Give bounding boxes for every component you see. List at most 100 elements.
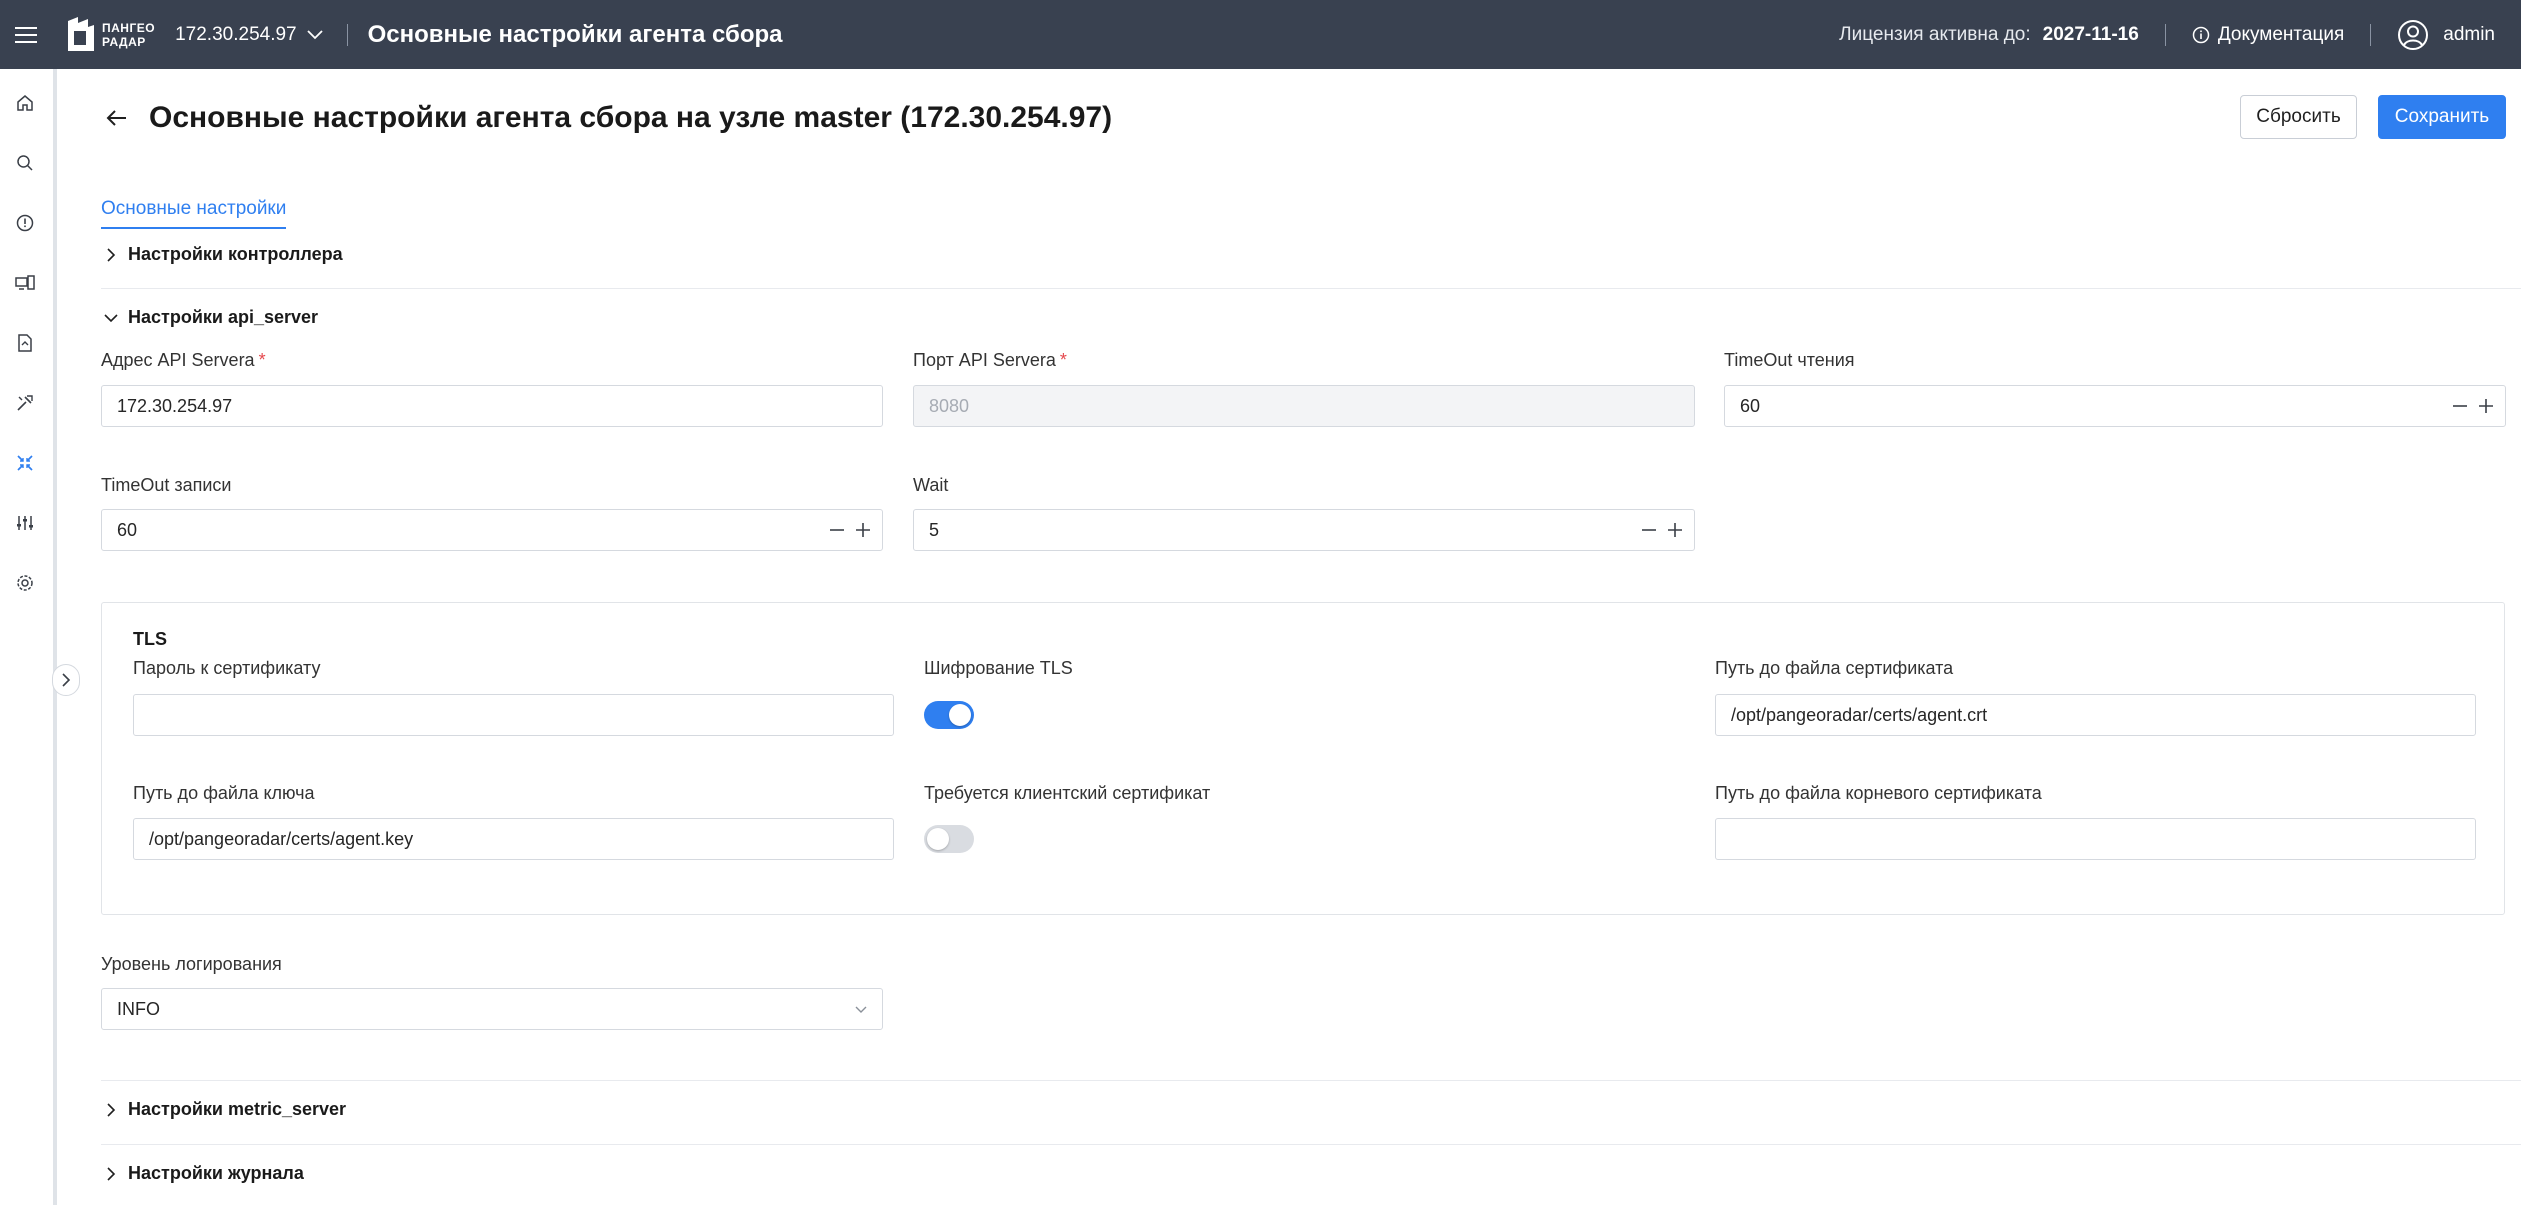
api-port-label: Порт API Servera * [913, 350, 1067, 371]
reset-button[interactable]: Сбросить [2240, 95, 2357, 139]
page-title: Основные настройки агента сбора на узле … [149, 101, 1113, 134]
chevron-down-icon [855, 1006, 867, 1013]
minus-icon[interactable] [1640, 521, 1658, 539]
log-level-label: Уровень логирования [101, 954, 282, 974]
header-divider [346, 23, 348, 46]
user-name: admin [2443, 23, 2495, 45]
section-controller[interactable]: Настройки контроллера [104, 244, 343, 265]
chevron-right-icon [104, 1166, 118, 1181]
section-api-server-label: Настройки api_server [128, 307, 319, 327]
logo-line2: РАДАР [102, 34, 146, 49]
sidebar-expand-button[interactable] [52, 664, 80, 696]
client-cert-toggle[interactable] [924, 825, 974, 853]
documentation-label: Документация [2217, 23, 2345, 45]
chevron-right-icon [104, 247, 118, 262]
agents-icon[interactable] [14, 452, 36, 474]
back-arrow-icon[interactable] [104, 105, 130, 131]
plus-icon[interactable] [2477, 397, 2495, 415]
tls-encryption-toggle[interactable] [924, 701, 974, 729]
key-path-label: Путь до файла ключа [133, 783, 315, 803]
required-mark: * [258, 350, 266, 370]
logo-mark-icon [68, 16, 94, 51]
info-icon[interactable] [14, 212, 36, 234]
minus-icon[interactable] [828, 521, 846, 539]
cert-path-value: /opt/pangeoradar/certs/agent.crt [1731, 704, 1988, 725]
logo: ПАНГЕО РАДАР [66, 16, 156, 53]
section-metric-server[interactable]: Настройки metric_server [104, 1099, 346, 1120]
section-journal-label: Настройки журнала [128, 1163, 304, 1183]
devices-icon[interactable] [14, 272, 36, 294]
section-divider [101, 1144, 2521, 1145]
wait-label: Wait [913, 475, 949, 495]
section-journal[interactable]: Настройки журнала [104, 1163, 304, 1184]
license-label: Лицензия активна до: [1839, 23, 2031, 45]
chevron-down-icon [306, 29, 323, 39]
write-timeout-stepper[interactable]: 60 [101, 509, 883, 551]
cert-path-input[interactable]: /opt/pangeoradar/certs/agent.crt [1715, 694, 2476, 736]
section-divider [101, 1080, 2521, 1081]
toggle-knob [927, 828, 949, 850]
chevron-right-icon [62, 673, 71, 687]
cert-password-label: Пароль к сертификату [133, 658, 321, 678]
search-icon[interactable] [14, 152, 36, 174]
sidebar [0, 69, 57, 1205]
host-selector[interactable]: 172.30.254.97 [175, 24, 323, 46]
save-button[interactable]: Сохранить [2378, 95, 2506, 139]
section-divider [101, 288, 2521, 289]
page-header: Основные настройки агента сбора на узле … [60, 69, 2521, 169]
chevron-down-icon [104, 311, 118, 325]
read-timeout-label: TimeOut чтения [1724, 350, 1855, 370]
tls-panel: TLS Пароль к сертификату Шифрование TLS … [101, 602, 2505, 915]
tls-encryption-label: Шифрование TLS [924, 658, 1073, 678]
tls-title: TLS [133, 629, 167, 649]
section-api-server[interactable]: Настройки api_server [104, 307, 318, 328]
plus-icon[interactable] [1666, 521, 1684, 539]
chevron-right-icon [104, 1102, 118, 1117]
info-icon [2192, 26, 2210, 43]
top-bar: ПАНГЕО РАДАР 172.30.254.97 Основные наст… [0, 0, 2521, 69]
root-cert-path-label: Путь до файла корневого сертификата [1715, 783, 2042, 803]
api-port-label-text: Порт API Servera [913, 350, 1056, 370]
app-title: Основные настройки агента сбора [367, 20, 783, 48]
header-divider [2164, 23, 2166, 46]
plus-icon[interactable] [854, 521, 872, 539]
header-divider [2370, 23, 2372, 46]
tools-icon[interactable] [14, 392, 36, 414]
tab-basic-settings[interactable]: Основные настройки [101, 198, 287, 229]
key-path-input[interactable]: /opt/pangeoradar/certs/agent.key [133, 818, 894, 860]
logo-line1: ПАНГЕО [102, 20, 156, 35]
section-metric-server-label: Настройки metric_server [128, 1099, 347, 1119]
read-timeout-stepper[interactable]: 60 [1724, 385, 2506, 427]
license-date: 2027-11-16 [2042, 23, 2139, 45]
wait-stepper[interactable]: 5 [913, 509, 1695, 551]
home-icon[interactable] [14, 92, 36, 114]
write-timeout-label: TimeOut записи [101, 475, 232, 495]
client-cert-label: Требуется клиентский сертификат [924, 783, 1211, 803]
user-menu[interactable]: admin [2397, 19, 2495, 51]
key-path-value: /opt/pangeoradar/certs/agent.key [149, 828, 414, 849]
api-port-value: 8080 [929, 395, 970, 416]
wait-value: 5 [929, 519, 940, 540]
cert-path-label: Путь до файла сертификата [1715, 658, 1954, 678]
settings-icon[interactable] [14, 572, 36, 594]
api-address-input[interactable]: 172.30.254.97 [101, 385, 883, 427]
minus-icon[interactable] [2451, 397, 2469, 415]
cert-password-input[interactable] [133, 694, 894, 736]
section-controller-label: Настройки контроллера [128, 244, 343, 264]
api-address-label: Адрес API Servera * [101, 350, 266, 371]
report-icon[interactable] [14, 332, 36, 354]
host-label: 172.30.254.97 [175, 23, 297, 45]
read-timeout-value: 60 [1740, 395, 1761, 416]
api-address-value: 172.30.254.97 [117, 395, 233, 416]
api-address-label-text: Адрес API Servera [101, 350, 255, 370]
toggle-knob [949, 704, 971, 726]
menu-icon[interactable] [0, 0, 52, 69]
documentation-link[interactable]: Документация [2192, 24, 2344, 46]
api-port-input: 8080 [913, 385, 1695, 427]
log-level-value: INFO [117, 998, 160, 1019]
sliders-icon[interactable] [14, 512, 36, 534]
user-avatar-icon [2398, 19, 2429, 50]
main-content: Основные настройки агента сбора на узле … [60, 69, 2521, 1205]
log-level-select[interactable]: INFO [101, 988, 883, 1030]
root-cert-path-input[interactable] [1715, 818, 2476, 860]
